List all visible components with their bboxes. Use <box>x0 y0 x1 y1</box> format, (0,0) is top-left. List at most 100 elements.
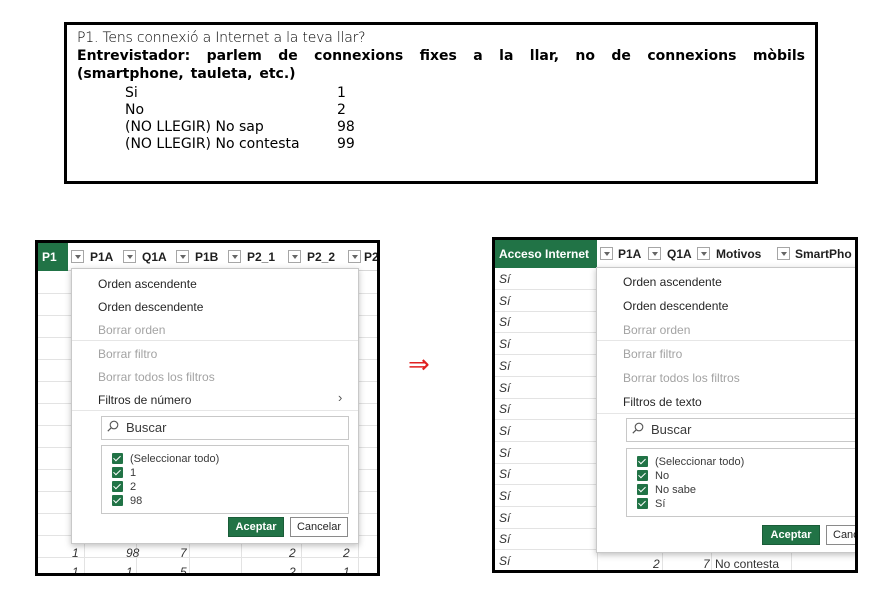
search-input[interactable]: Buscar <box>626 418 855 442</box>
column-header-motivos[interactable]: Motivos <box>712 240 761 268</box>
table-cell[interactable]: 7 <box>703 557 710 570</box>
menu-separator <box>72 340 358 341</box>
table-cell[interactable]: Sí <box>499 489 510 503</box>
checkbox-checked-icon[interactable] <box>112 495 123 506</box>
column-header-row: P1 P1A Q1A P1B P2_1 P2_2 P2_3 <box>38 243 377 271</box>
column-header-acceso-internet[interactable]: Acceso Internet <box>495 240 597 268</box>
option-code: 1 <box>337 85 346 101</box>
interviewer-instruction: Entrevistador: parlem de connexions fixe… <box>77 48 805 82</box>
list-item-label: No sabe <box>655 484 696 496</box>
table-cell[interactable]: Sí <box>499 554 510 568</box>
search-icon <box>107 420 119 432</box>
column-header-p2-2[interactable]: P2_2 <box>303 243 335 271</box>
checkbox-checked-icon[interactable] <box>112 453 123 464</box>
answer-options: Si 1 No 2 (NO LLEGIR) No sap 98 (NO LLEG… <box>125 85 355 153</box>
table-cell[interactable]: Sí <box>499 467 510 481</box>
cancel-button[interactable]: Cancelar <box>290 517 348 537</box>
column-header-label: P1A <box>90 250 114 264</box>
menu-item-clear-all-filters[interactable]: Borrar todos los filtros <box>623 371 740 385</box>
table-cell[interactable]: Sí <box>499 337 510 351</box>
menu-item-clear-sort[interactable]: Borrar orden <box>98 323 165 337</box>
table-cell[interactable]: Sí <box>499 402 510 416</box>
filter-dropdown-icon[interactable] <box>176 250 189 263</box>
checkbox-checked-icon[interactable] <box>112 481 123 492</box>
table-cell[interactable]: Sí <box>499 532 510 546</box>
filter-dropdown-icon[interactable] <box>71 250 84 263</box>
right-spreadsheet-panel: Acceso Internet P1A Q1A Motivos SmartPho… <box>492 237 858 573</box>
table-cell[interactable]: 2 <box>289 565 296 573</box>
list-item-label: (Seleccionar todo) <box>130 453 220 465</box>
table-cell[interactable]: Sí <box>499 446 510 460</box>
column-header-label: P1 <box>42 250 57 264</box>
menu-item-sort-ascending[interactable]: Orden ascendente <box>98 277 197 291</box>
checkbox-checked-icon[interactable] <box>637 484 648 495</box>
column-header-p2-1[interactable]: P2_1 <box>243 243 275 271</box>
filter-dropdown-icon[interactable] <box>288 250 301 263</box>
filter-dropdown-icon[interactable] <box>228 250 241 263</box>
table-cell[interactable]: Sí <box>499 359 510 373</box>
column-header-p1[interactable]: P1 <box>38 243 68 271</box>
table-cell[interactable]: Sí <box>499 381 510 395</box>
table-cell[interactable]: 1 <box>72 546 79 560</box>
menu-item-sort-descending[interactable]: Orden descendente <box>623 299 728 313</box>
table-cell[interactable]: 98 <box>126 546 139 560</box>
table-cell[interactable]: No contesta <box>715 557 779 570</box>
column-header-p1a[interactable]: P1A <box>86 243 113 271</box>
table-cell[interactable]: 5 <box>180 565 187 573</box>
checkbox-checked-icon[interactable] <box>112 467 123 478</box>
menu-separator <box>597 413 855 414</box>
search-input[interactable]: Buscar <box>101 416 349 440</box>
value-list: (Seleccionar todo) 1 2 98 <box>101 445 349 514</box>
checkbox-checked-icon[interactable] <box>637 456 648 467</box>
column-header-label: P1A <box>618 247 642 261</box>
column-header-p2-3[interactable]: P2_3 <box>360 243 377 271</box>
table-cell[interactable]: Sí <box>499 424 510 438</box>
column-header-q1a[interactable]: Q1A <box>663 240 692 268</box>
filter-dropdown-icon[interactable] <box>648 247 661 260</box>
menu-separator <box>72 410 358 411</box>
column-header-p1b[interactable]: P1B <box>191 243 218 271</box>
option-code: 99 <box>337 136 355 152</box>
filter-dropdown-icon[interactable] <box>600 247 613 260</box>
column-header-p1a[interactable]: P1A <box>614 240 641 268</box>
table-cell[interactable]: 1 <box>343 565 350 573</box>
table-cell[interactable]: 1 <box>126 565 133 573</box>
accept-button[interactable]: Aceptar <box>762 525 820 545</box>
table-cell[interactable]: 1 <box>72 565 79 573</box>
menu-item-clear-sort[interactable]: Borrar orden <box>623 323 690 337</box>
menu-item-sort-ascending[interactable]: Orden ascendente <box>623 275 722 289</box>
filter-menu: Orden ascendente Orden descendente Borra… <box>71 268 359 544</box>
column-header-smartphone[interactable]: SmartPho <box>791 240 852 268</box>
menu-item-clear-filter[interactable]: Borrar filtro <box>623 347 682 361</box>
search-placeholder: Buscar <box>126 420 167 435</box>
table-cell[interactable]: 2 <box>289 546 296 560</box>
filter-dropdown-icon[interactable] <box>777 247 790 260</box>
search-icon <box>632 422 644 434</box>
list-item-label: 2 <box>130 481 137 493</box>
filter-dropdown-icon[interactable] <box>123 250 136 263</box>
menu-item-sort-descending[interactable]: Orden descendente <box>98 300 203 314</box>
answer-option: Si 1 <box>125 85 355 102</box>
checkbox-checked-icon[interactable] <box>637 498 648 509</box>
column-header-q1a[interactable]: Q1A <box>138 243 167 271</box>
list-item-label: Sí <box>655 498 666 510</box>
table-cell[interactable]: 7 <box>180 546 187 560</box>
menu-item-clear-filter[interactable]: Borrar filtro <box>98 347 157 361</box>
menu-item-clear-all-filters[interactable]: Borrar todos los filtros <box>98 370 215 384</box>
table-cell[interactable]: Sí <box>499 511 510 525</box>
accept-button[interactable]: Aceptar <box>228 517 284 537</box>
column-header-label: P2_2 <box>307 250 336 264</box>
table-cell[interactable]: 2 <box>343 546 350 560</box>
table-cell[interactable]: Sí <box>499 272 510 286</box>
filter-dropdown-icon[interactable] <box>697 247 710 260</box>
table-cell[interactable]: 2 <box>653 557 660 570</box>
menu-item-text-filters[interactable]: Filtros de texto <box>623 395 702 409</box>
checkbox-checked-icon[interactable] <box>637 470 648 481</box>
list-item-label: 98 <box>130 495 143 507</box>
table-cell[interactable]: Sí <box>499 294 510 308</box>
cancel-button[interactable]: Cancelar <box>826 525 855 545</box>
table-cell[interactable]: Sí <box>499 315 510 329</box>
column-header-label: P2_1 <box>247 250 276 264</box>
menu-item-number-filters[interactable]: Filtros de número <box>98 393 191 407</box>
column-header-label: Acceso Internet <box>499 247 590 261</box>
